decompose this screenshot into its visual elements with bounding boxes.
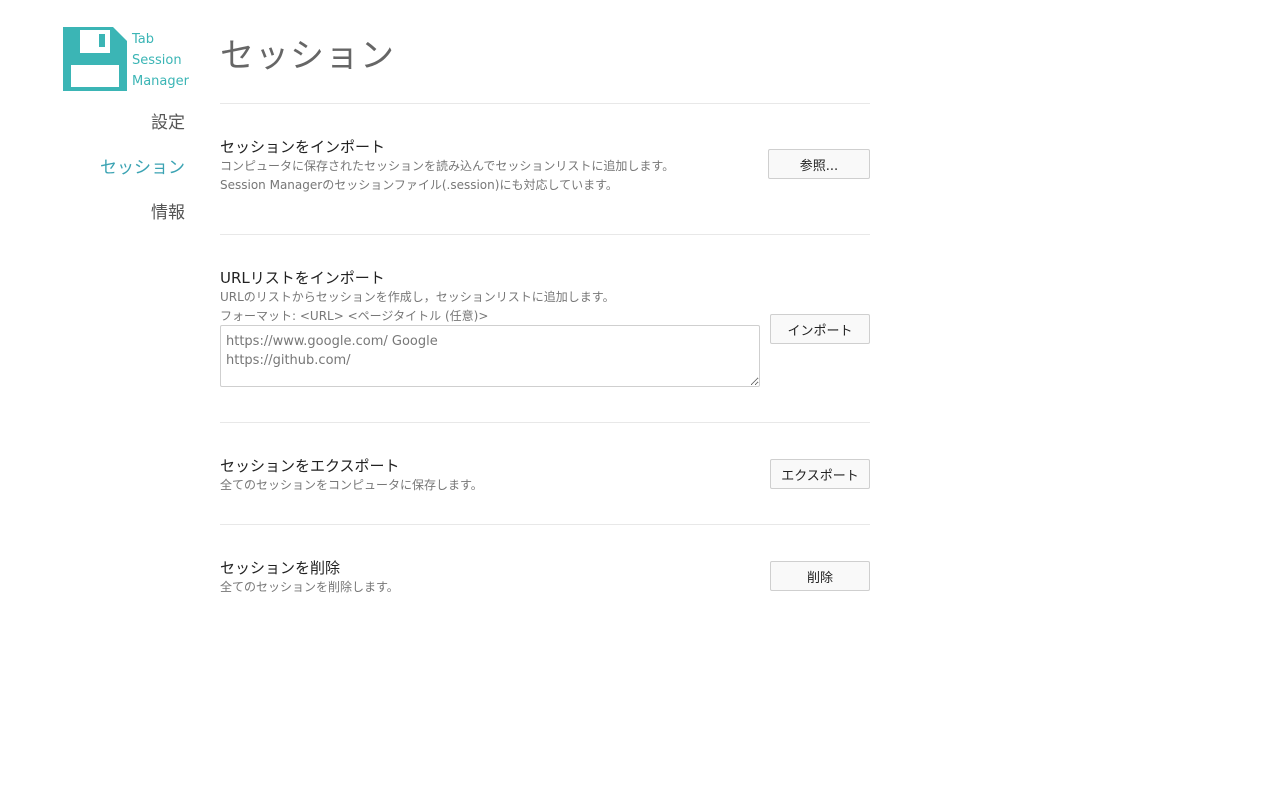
nav-item-settings[interactable]: 設定 — [100, 112, 185, 134]
divider — [220, 422, 870, 423]
page-title: セッション — [220, 36, 395, 76]
sidebar-nav: 設定 セッション 情報 — [100, 112, 185, 247]
divider — [220, 103, 870, 104]
sidebar: Tab Session Manager 設定 セッション 情報 — [0, 0, 200, 800]
logo-line-2: Session — [132, 53, 182, 68]
import-session-title: セッションをインポート — [220, 138, 386, 156]
delete-session-desc-line: 全てのセッションを削除します。 — [220, 580, 399, 594]
import-session-desc-line: コンピュータに保存されたセッションを読み込んでセッションリストに追加します。 — [220, 159, 675, 173]
floppy-disk-icon — [63, 27, 127, 91]
export-session-description: 全てのセッションをコンピュータに保存します。 — [220, 476, 483, 495]
delete-session-description: 全てのセッションを削除します。 — [220, 578, 399, 597]
import-urls-description: URLのリストからセッションを作成し，セッションリストに追加します。 フォーマッ… — [220, 288, 615, 326]
import-urls-format-line: フォーマット: <URL> <ページタイトル (任意)> — [220, 309, 489, 323]
import-urls-title: URLリストをインポート — [220, 269, 385, 287]
divider — [220, 524, 870, 525]
import-urls-button[interactable]: インポート — [770, 314, 870, 344]
import-session-description: コンピュータに保存されたセッションを読み込んでセッションリストに追加します。 S… — [220, 157, 674, 195]
import-urls-desc-line: URLのリストからセッションを作成し，セッションリストに追加します。 — [220, 290, 615, 304]
nav-item-sessions[interactable]: セッション — [100, 157, 185, 179]
logo-text: Tab Session Manager — [132, 29, 189, 92]
url-list-textarea[interactable] — [220, 325, 760, 387]
delete-session-title: セッションを削除 — [220, 559, 341, 577]
app-logo: Tab Session Manager — [63, 27, 193, 93]
logo-line-3: Manager — [132, 74, 189, 89]
nav-item-about[interactable]: 情報 — [100, 202, 185, 224]
export-session-desc-line: 全てのセッションをコンピュータに保存します。 — [220, 478, 483, 492]
import-session-desc-line: Session Managerのセッションファイル(.session)にも対応し… — [220, 178, 618, 192]
delete-button[interactable]: 削除 — [770, 561, 870, 591]
divider — [220, 234, 870, 235]
export-session-title: セッションをエクスポート — [220, 457, 400, 475]
export-button[interactable]: エクスポート — [770, 459, 870, 489]
logo-line-1: Tab — [132, 32, 155, 47]
browse-button[interactable]: 参照... — [768, 149, 870, 179]
